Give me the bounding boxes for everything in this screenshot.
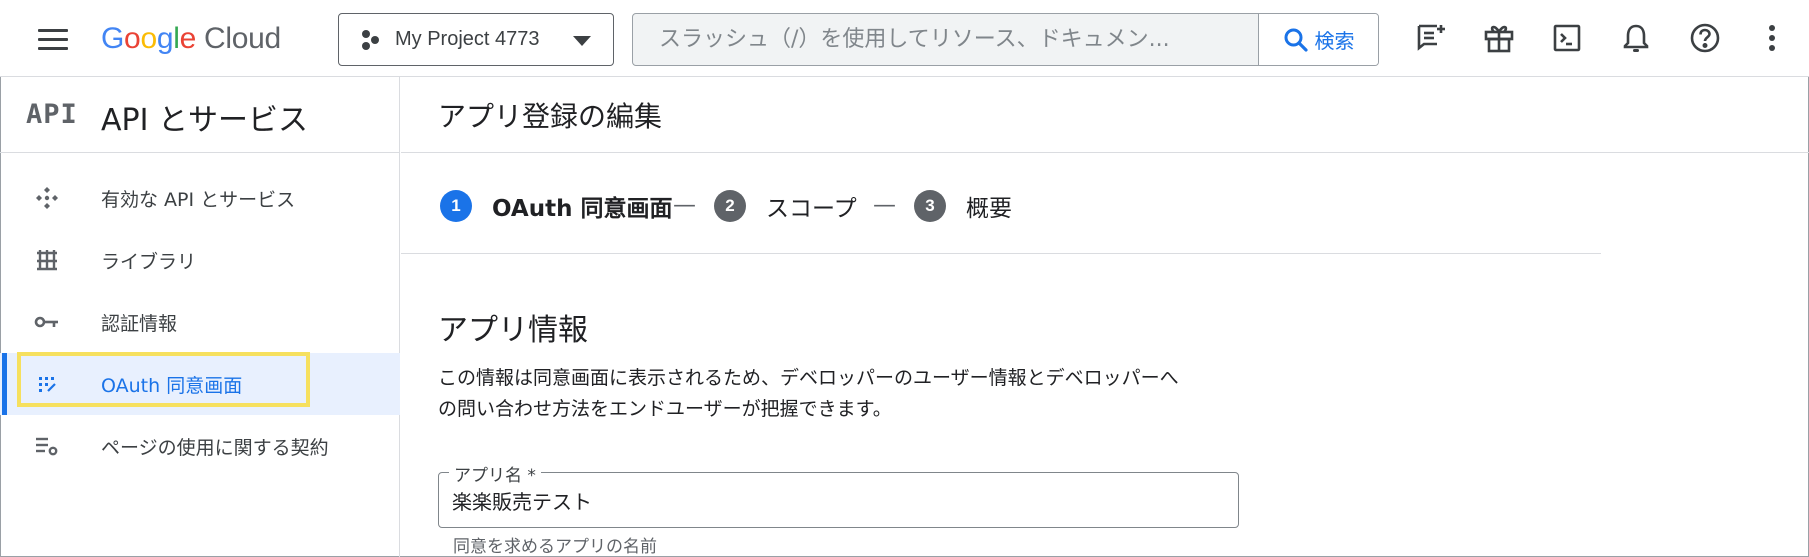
step-summary[interactable]: 3 概要 bbox=[914, 189, 1012, 223]
app-name-input[interactable] bbox=[439, 473, 1238, 527]
sidebar-header: API API とサービス bbox=[0, 77, 400, 153]
chevron-down-icon bbox=[573, 36, 591, 46]
step-number: 2 bbox=[714, 190, 746, 222]
oauth-consent-icon bbox=[34, 372, 60, 396]
step-scopes[interactable]: 2 スコープ bbox=[714, 189, 857, 223]
search-input[interactable] bbox=[633, 14, 1258, 65]
search-bar: 検索 bbox=[632, 13, 1379, 66]
page-title: アプリ登録の編集 bbox=[438, 100, 663, 133]
section-description: この情報は同意画面に表示されるため、デベロッパーのユーザー情報とデベロッパーへ … bbox=[438, 367, 1179, 420]
app-name-field: アプリ名 * bbox=[438, 461, 1239, 528]
step-number: 1 bbox=[440, 190, 472, 222]
search-button-label: 検索 bbox=[1314, 29, 1355, 53]
library-icon bbox=[34, 248, 60, 272]
sidebar-item-library[interactable]: ライブラリ bbox=[0, 229, 400, 291]
notes-icon[interactable] bbox=[1411, 18, 1451, 58]
help-icon[interactable] bbox=[1685, 18, 1725, 58]
sidebar-title: API とサービス bbox=[101, 103, 308, 138]
step-label: スコープ bbox=[766, 196, 857, 222]
key-icon bbox=[34, 310, 60, 334]
sidebar-item-page-agreements[interactable]: ページの使用に関する契約 bbox=[0, 415, 400, 477]
step-label: OAuth 同意画面 bbox=[492, 196, 673, 222]
google-cloud-logo[interactable]: Google Cloud bbox=[101, 20, 281, 58]
step-separator: — bbox=[673, 192, 696, 218]
step-number: 3 bbox=[914, 190, 946, 222]
terminal-icon[interactable] bbox=[1547, 18, 1587, 58]
sidebar-item-oauth-consent[interactable]: OAuth 同意画面 bbox=[0, 353, 400, 415]
section-title: アプリ情報 bbox=[438, 313, 588, 348]
agreements-icon bbox=[34, 434, 60, 458]
project-label: My Project 4773 bbox=[395, 28, 540, 50]
app-name-hint: 同意を求めるアプリの名前 bbox=[453, 537, 657, 557]
more-vert-icon[interactable] bbox=[1752, 18, 1792, 58]
project-selector[interactable]: My Project 4773 bbox=[338, 13, 614, 66]
main-content: アプリ登録の編集 1 OAuth 同意画面 — 2 スコープ — 3 概要 アプ… bbox=[401, 77, 1809, 557]
api-enabled-icon bbox=[34, 186, 60, 210]
stepper: 1 OAuth 同意画面 — 2 スコープ — 3 概要 bbox=[401, 153, 1601, 254]
bell-icon[interactable] bbox=[1616, 18, 1656, 58]
project-icon bbox=[362, 29, 379, 50]
step-oauth-consent[interactable]: 1 OAuth 同意画面 bbox=[440, 189, 673, 223]
sidebar-item-credentials[interactable]: 認証情報 bbox=[0, 291, 400, 353]
api-logo: API bbox=[26, 99, 78, 130]
sidebar: API API とサービス 有効な API とサービス ライブラリ 認証情報 O… bbox=[0, 77, 400, 557]
step-separator: — bbox=[873, 192, 896, 218]
search-button[interactable]: 検索 bbox=[1258, 14, 1378, 65]
gift-icon[interactable] bbox=[1479, 18, 1519, 58]
step-label: 概要 bbox=[966, 196, 1012, 222]
search-icon bbox=[1284, 28, 1308, 52]
menu-icon[interactable] bbox=[30, 20, 76, 58]
top-bar: GoogleCloud My Project 4773 検索 bbox=[0, 0, 1809, 77]
sidebar-item-enabled-apis[interactable]: 有効な API とサービス bbox=[0, 167, 400, 229]
main-header: アプリ登録の編集 bbox=[401, 77, 1809, 153]
